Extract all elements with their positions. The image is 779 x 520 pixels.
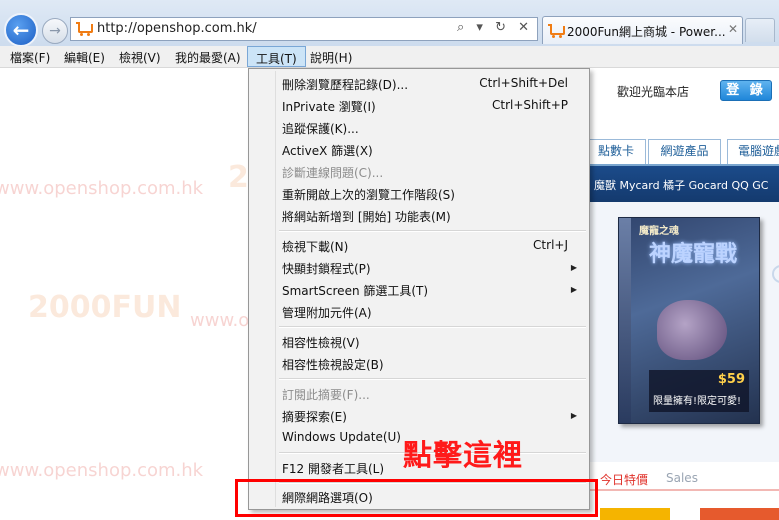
menu-item-delete-history[interactable]: 刪除瀏覽歷程記錄(D)... <box>282 76 408 93</box>
menu-item-manage-addons[interactable]: 管理附加元件(A) <box>282 304 372 321</box>
game-price: $59 <box>717 372 745 387</box>
menu-favorites[interactable]: 我的最愛(A) <box>175 49 241 66</box>
submenu-arrow-icon: ▶ <box>570 411 577 420</box>
menu-item-inprivate[interactable]: InPrivate 瀏覽(I) <box>282 98 376 115</box>
game-subtitle: 魔寵之魂 <box>639 226 679 237</box>
game-slogan: 限量擁有!限定可愛! <box>653 396 742 407</box>
highlight-box <box>235 479 598 517</box>
address-bar[interactable]: http://openshop.com.hk/ ⌕ ▾ ↻ ✕ <box>70 17 538 41</box>
watermark-text: www.openshop.com.hk <box>0 460 204 481</box>
tab-title: 2000Fun網上商城 - Power... <box>567 25 726 39</box>
tab-pc-games[interactable]: 電腦遊戲 <box>727 139 779 164</box>
product-thumbnails[interactable] <box>600 508 779 520</box>
back-arrow-icon: ← <box>12 18 30 42</box>
submenu-arrow-icon: ▶ <box>570 263 577 272</box>
forward-button[interactable]: → <box>42 18 68 44</box>
menu-view[interactable]: 檢視(V) <box>119 49 161 66</box>
shortcut-view-downloads: Ctrl+J <box>533 238 568 252</box>
shortcut-delete-history: Ctrl+Shift+Del <box>479 76 568 90</box>
menu-item-subscribe-feed: 訂閱此摘要(F)... <box>282 388 370 402</box>
menu-help[interactable]: 說明(H) <box>310 49 352 66</box>
menu-separator <box>279 378 586 380</box>
menu-item-add-to-start[interactable]: 將網站新增到 [開始] 功能表(M) <box>282 208 451 225</box>
menu-item-compat-settings[interactable]: 相容性檢視設定(B) <box>282 356 384 373</box>
tab-close-icon[interactable]: ✕ <box>728 22 738 36</box>
sale-divider <box>590 489 779 491</box>
brand-strip-text[interactable]: 魔獸 Mycard 橘子 Gocard QQ GC <box>594 177 768 193</box>
price-badge: $59 限量擁有!限定可愛! <box>649 370 749 412</box>
menu-bar: 檔案(F) 編輯(E) 檢視(V) 我的最愛(A) 工具(T) 說明(H) <box>0 46 779 68</box>
menu-separator <box>279 230 586 232</box>
click-here-annotation: 點擊這裡 <box>403 438 524 472</box>
watermark-text: www.openshop.com.hk <box>0 178 204 199</box>
brand-strip: 魔獸 Mycard 橘子 Gocard QQ GC <box>590 166 779 202</box>
menu-item-feed-discovery[interactable]: 摘要探索(E) <box>282 408 347 425</box>
browser-tab[interactable]: 2000Fun網上商城 - Power... ✕ <box>542 16 743 44</box>
game-logo: 神魔寵戰 <box>649 241 738 267</box>
submenu-arrow-icon: ▶ <box>570 285 577 294</box>
welcome-text: 歡迎光臨本店 <box>617 85 690 99</box>
forward-arrow-icon: → <box>49 23 61 39</box>
tab-cart-icon <box>548 24 565 38</box>
menu-item-activex-filter[interactable]: ActiveX 篩選(X) <box>282 142 373 159</box>
back-button[interactable]: ← <box>4 13 38 47</box>
menu-separator <box>279 326 586 328</box>
tab-daily-sale[interactable]: 今日特價 <box>600 471 648 488</box>
menu-item-compat-view[interactable]: 相容性檢視(V) <box>282 334 360 351</box>
tab-point-cards[interactable]: 點數卡 <box>586 139 646 164</box>
tab-sales[interactable]: Sales <box>666 471 698 485</box>
shortcut-inprivate: Ctrl+Shift+P <box>492 98 568 112</box>
menu-item-tracking-protection[interactable]: 追蹤保護(K)... <box>282 120 359 137</box>
menu-file[interactable]: 檔案(F) <box>10 49 50 66</box>
tab-online-games[interactable]: 網遊產品 <box>648 139 721 164</box>
menu-item-smartscreen[interactable]: SmartScreen 篩選工具(T) <box>282 282 428 299</box>
menu-item-popup-blocker[interactable]: 快顯封鎖程式(P) <box>282 260 371 277</box>
new-tab-button[interactable] <box>745 18 775 42</box>
address-actions-icon[interactable]: ⌕ ▾ ↻ ✕ <box>457 20 533 35</box>
menu-item-f12-tools[interactable]: F12 開發者工具(L) <box>282 460 384 477</box>
menu-item-diagnose-connection: 診斷連線問題(C)... <box>282 166 384 180</box>
game-box-image[interactable]: 魔寵之魂 神魔寵戰 $59 限量擁有!限定可愛! <box>618 217 760 424</box>
monster-illustration <box>657 300 727 360</box>
address-url[interactable]: http://openshop.com.hk/ <box>97 21 257 36</box>
watermark-logo: 2000FUN <box>28 290 182 325</box>
menu-edit[interactable]: 編輯(E) <box>64 49 105 66</box>
menu-tools[interactable]: 工具(T) <box>247 46 306 67</box>
site-cart-icon <box>76 22 93 36</box>
menu-item-windows-update[interactable]: Windows Update(U) <box>282 430 401 444</box>
menu-item-view-downloads[interactable]: 檢視下載(N) <box>282 238 348 255</box>
category-tabs: 點數卡 網遊產品 電腦遊戲 <box>586 139 779 166</box>
login-button[interactable]: 登 錄 <box>720 80 772 101</box>
menu-item-reopen-session[interactable]: 重新開啟上次的瀏覽工作階段(S) <box>282 186 455 203</box>
